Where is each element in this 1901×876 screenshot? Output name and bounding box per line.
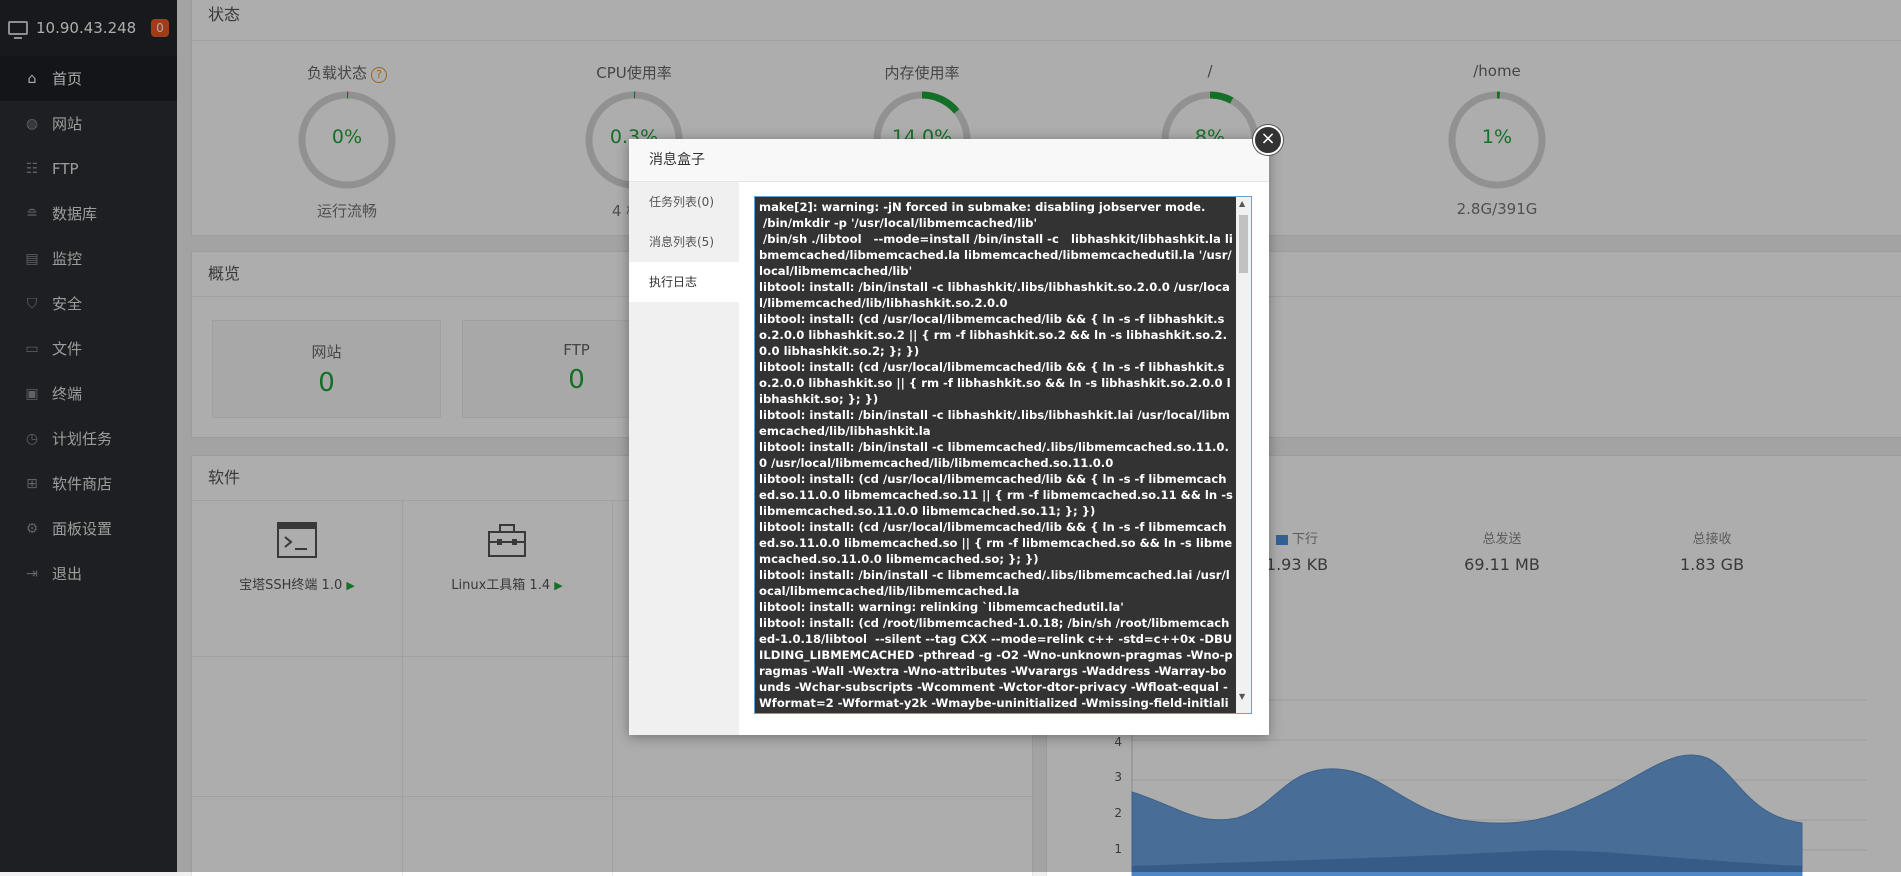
scroll-up-icon[interactable]: ▲ (1239, 199, 1245, 208)
modal-title: 消息盒子 (629, 139, 1269, 182)
scroll-thumb[interactable] (1239, 215, 1248, 273)
modal-tabs: 任务列表(0) 消息列表(5) 执行日志 (629, 182, 739, 735)
tab-task-list[interactable]: 任务列表(0) (629, 182, 739, 222)
close-icon[interactable]: × (1253, 125, 1283, 155)
scroll-down-icon[interactable]: ▼ (1239, 692, 1245, 701)
log-scrollbar[interactable]: ▲ ▼ (1236, 197, 1251, 713)
tab-message-list[interactable]: 消息列表(5) (629, 222, 739, 262)
message-box-dialog: 消息盒子 × 任务列表(0) 消息列表(5) 执行日志 make[2]: war… (629, 125, 1283, 735)
tab-exec-log[interactable]: 执行日志 (629, 262, 739, 302)
exec-log-textarea[interactable]: make[2]: warning: -jN forced in submake:… (754, 196, 1252, 714)
exec-log-text: make[2]: warning: -jN forced in submake:… (759, 200, 1233, 710)
